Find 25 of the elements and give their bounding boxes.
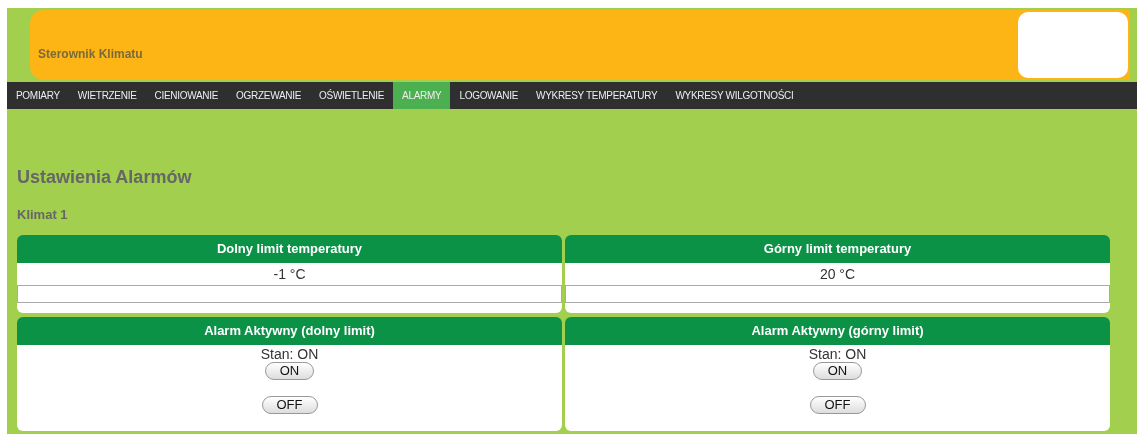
temperature-reading: -1 °C xyxy=(272,264,307,284)
temperature-reading: 20 °C xyxy=(818,264,857,284)
nav-tab[interactable]: OŚWIETLENIE xyxy=(310,82,394,109)
nav-tab[interactable]: WYKRESY WILGOTNOŚCI xyxy=(666,82,803,109)
panel-header: Dolny limit temperatury xyxy=(17,234,562,263)
number-field[interactable] xyxy=(565,284,1110,303)
nav-tab[interactable]: WYKRESY TEMPERATURY xyxy=(527,82,667,109)
app-title: Sterownik Klimatu xyxy=(38,46,143,63)
nav-tab[interactable]: WIETRZENIE xyxy=(68,82,146,109)
nav-tab[interactable]: CIENIOWANIE xyxy=(145,82,228,109)
toggle-button[interactable]: OFF xyxy=(809,395,866,414)
toggle-button[interactable]: ON xyxy=(264,361,315,380)
panel-header: Alarm Aktywny (górny limit) xyxy=(565,316,1110,345)
status-text: Stan: ON xyxy=(807,345,868,362)
status-text: Stan: ON xyxy=(259,345,320,362)
number-field[interactable] xyxy=(17,284,562,303)
toggle-button[interactable]: OFF xyxy=(261,395,318,414)
panel-header: Alarm Aktywny (dolny limit) xyxy=(17,316,562,345)
nav-tab[interactable]: POMIARY xyxy=(7,82,69,109)
section-title: Klimat 1 xyxy=(17,206,69,224)
nav-tab[interactable]: OGRZEWANIE xyxy=(227,82,311,109)
page-title: Ustawienia Alarmów xyxy=(17,166,193,189)
toggle-button[interactable]: ON xyxy=(812,361,863,380)
nav-tab[interactable]: LOGOWANIE xyxy=(450,82,528,109)
panel-header: Górny limit temperatury xyxy=(565,234,1110,263)
